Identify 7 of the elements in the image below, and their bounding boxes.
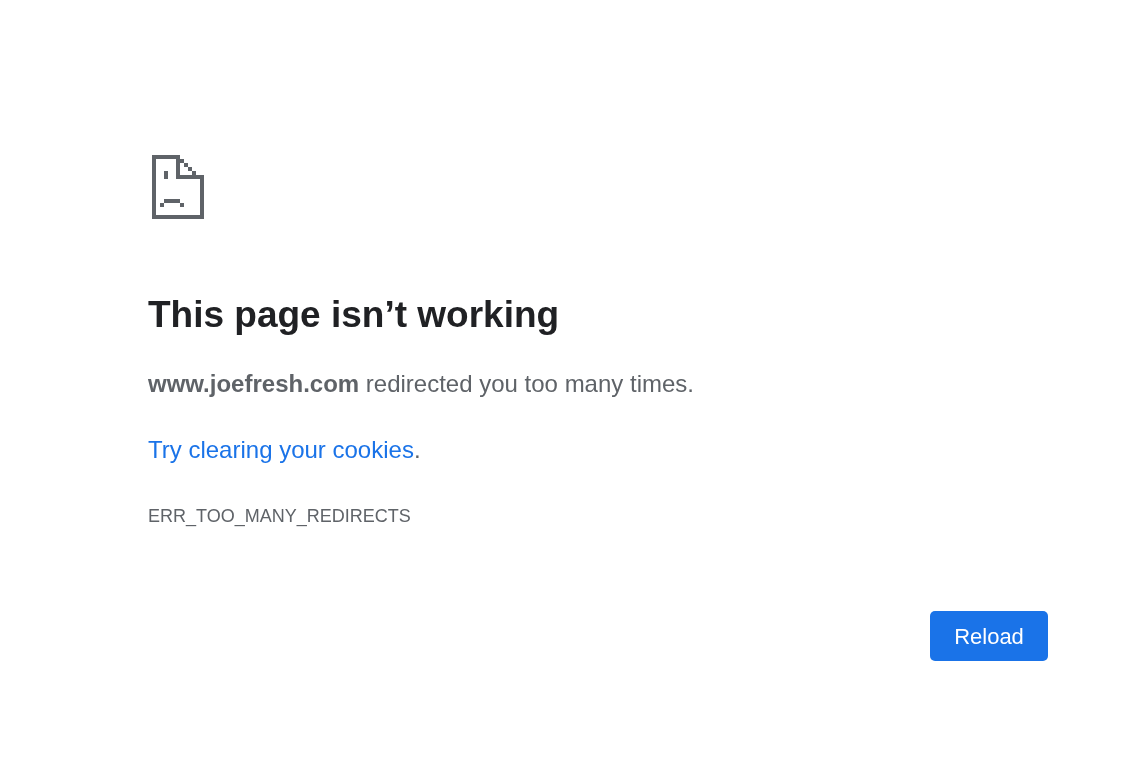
reload-button[interactable]: Reload [930, 611, 1048, 661]
suggestion-text: Try clearing your cookies. [148, 435, 422, 465]
error-heading: This page isn’t working [148, 293, 561, 337]
sad-page-icon [152, 155, 204, 219]
clear-cookies-link[interactable]: Try clearing your cookies [148, 436, 414, 463]
error-code: ERR_TOO_MANY_REDIRECTS [148, 505, 412, 528]
error-message: www.joefresh.com redirected you too many times. [148, 369, 695, 399]
